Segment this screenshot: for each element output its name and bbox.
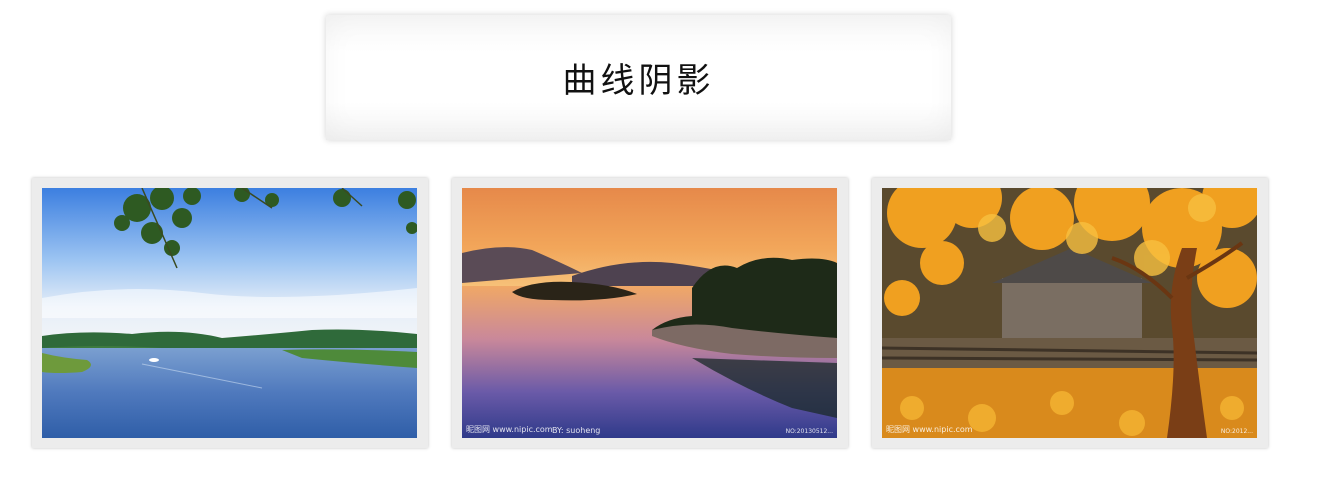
photo-autumn[interactable]: 昵图网 www.nipic.com NO:2012... [882, 188, 1257, 438]
lake-image [42, 188, 417, 438]
watermark-id: NO:20130512... [785, 428, 833, 435]
page-title: 曲线阴影 [562, 61, 715, 101]
watermark-site: 昵图网 www.nipic.com [886, 425, 973, 434]
sunset-image [462, 188, 837, 438]
watermark-site: 昵图网 www.nipic.com [466, 425, 553, 434]
watermark-author: BY: suoheng [552, 426, 601, 435]
photo-card-autumn[interactable]: 昵图网 www.nipic.com NO:2012... [872, 178, 1268, 448]
title-box: 曲线阴影 [326, 15, 951, 140]
photo-card-lake[interactable] [32, 178, 428, 448]
watermark-id: NO:2012... [1220, 428, 1253, 435]
photo-sunset[interactable]: 昵图网 www.nipic.com BY: suoheng NO:2013051… [462, 188, 837, 438]
photo-card-sunset[interactable]: 昵图网 www.nipic.com BY: suoheng NO:2013051… [452, 178, 848, 448]
photo-lake[interactable] [42, 188, 417, 438]
autumn-image [882, 188, 1257, 438]
